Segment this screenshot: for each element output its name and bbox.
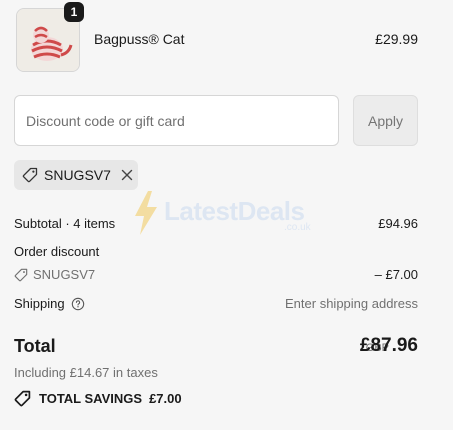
taxes-note: Including £14.67 in taxes: [14, 365, 158, 380]
close-icon: [121, 169, 133, 181]
shipping-label: Shipping: [14, 296, 65, 311]
product-name: Bagpuss® Cat: [94, 31, 185, 47]
remove-discount-button[interactable]: [121, 169, 133, 181]
total-amount: £87.96: [359, 335, 418, 356]
applied-discount-code: SNUGSV7: [44, 167, 111, 183]
total-savings-label: TOTAL SAVINGS: [39, 391, 143, 406]
order-discount-code: SNUGSV7: [14, 267, 95, 282]
subtotal-label: Subtotal · 4 items: [14, 216, 116, 231]
subtotal-row: Subtotal · 4 items £94.96: [14, 216, 418, 234]
subtotal-value: £94.96: [378, 216, 418, 231]
order-discount-code-text: SNUGSV7: [33, 267, 96, 282]
order-discount-row: Order discount: [14, 244, 418, 262]
total-savings: TOTAL SAVINGS £7.00: [14, 390, 182, 407]
shipping-row: Shipping Enter shipping address: [14, 296, 418, 314]
help-icon[interactable]: [71, 297, 85, 311]
shipping-value: Enter shipping address: [285, 296, 418, 311]
quantity-badge: 1: [64, 2, 84, 22]
tag-icon: [22, 167, 38, 183]
tag-icon: [14, 268, 28, 281]
product-price: £29.99: [375, 31, 418, 47]
apply-discount-button[interactable]: Apply: [353, 95, 418, 146]
order-discount-code-row: SNUGSV7 – £7.00: [14, 267, 418, 285]
order-discount-value: – £7.00: [374, 267, 418, 282]
applied-discount-chip: SNUGSV7: [14, 160, 138, 190]
discount-code-input[interactable]: [14, 95, 339, 146]
product-line-item: 1 Bagpuss® Cat £29.99: [14, 2, 418, 72]
savings-tag-icon: [14, 390, 31, 407]
total-label: Total: [14, 336, 56, 356]
shipping-label-group: Shipping: [14, 296, 85, 311]
order-discount-label: Order discount: [14, 244, 100, 259]
total-savings-value: £7.00: [149, 391, 182, 406]
